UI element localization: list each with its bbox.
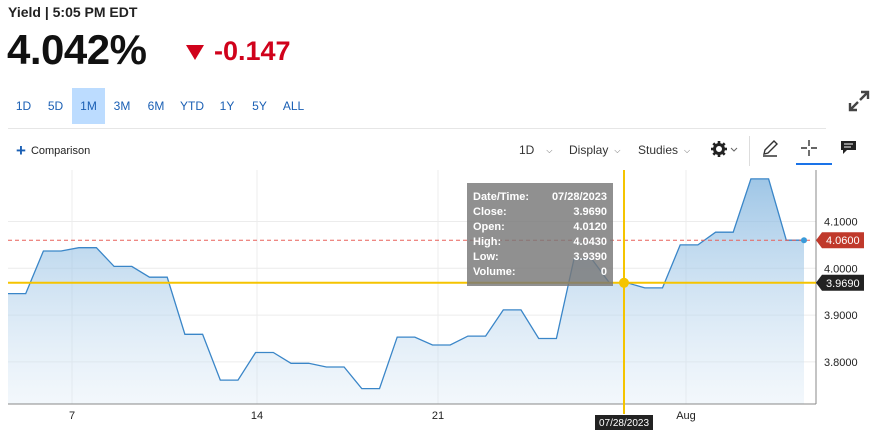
x-tick-label: 21 <box>432 410 444 422</box>
crosshair-value-label: 3.9690 <box>826 278 860 290</box>
tooltip-value: 4.0120 <box>573 221 607 233</box>
tooltip-value: 0 <box>600 266 607 278</box>
tooltip-row: Open: 4.0120 <box>473 220 607 235</box>
tooltip-value: 3.9390 <box>573 251 607 263</box>
crosshair-date-label: 07/28/2023 <box>599 418 649 429</box>
tooltip-label: Open: <box>473 221 505 233</box>
x-tick-label: 14 <box>251 410 263 422</box>
tooltip-row: Volume: 0 <box>473 265 607 280</box>
yield-chart[interactable]: 4.1000 4.0000 3.9000 3.8000 7 14 21 Aug 4.0600 3.… <box>0 0 875 434</box>
tooltip-row: Date/Time: 07/28/2023 <box>473 190 607 205</box>
tooltip-label: Close: <box>473 206 507 218</box>
tooltip-label: Low: <box>473 251 499 263</box>
tooltip-row: Low: 3.9390 <box>473 250 607 265</box>
tooltip-value: 07/28/2023 <box>551 191 607 203</box>
tooltip-value: 3.9690 <box>573 206 607 218</box>
tooltip-row: Close: 3.9690 <box>473 205 607 220</box>
x-tick-label: Aug <box>676 410 696 422</box>
last-value-dot <box>801 237 807 244</box>
area-fill <box>8 178 804 404</box>
last-value-label: 4.0600 <box>826 235 860 247</box>
crosshair-point <box>619 277 629 288</box>
y-tick-label: 3.8000 <box>824 357 858 369</box>
y-tick-label: 4.1000 <box>824 216 858 228</box>
tooltip-label: Volume: <box>473 266 516 278</box>
tooltip-value: 4.0430 <box>573 236 607 248</box>
y-tick-label: 4.0000 <box>824 263 858 275</box>
tooltip-label: High: <box>473 236 502 248</box>
y-tick-label: 3.9000 <box>824 310 858 322</box>
tooltip-row: High: 4.0430 <box>473 235 607 250</box>
tooltip-label: Date/Time: <box>473 191 530 203</box>
data-tooltip: Date/Time: 07/28/2023 Close: 3.9690 Open: 4.0… <box>467 183 613 286</box>
x-tick-label: 7 <box>69 410 75 422</box>
